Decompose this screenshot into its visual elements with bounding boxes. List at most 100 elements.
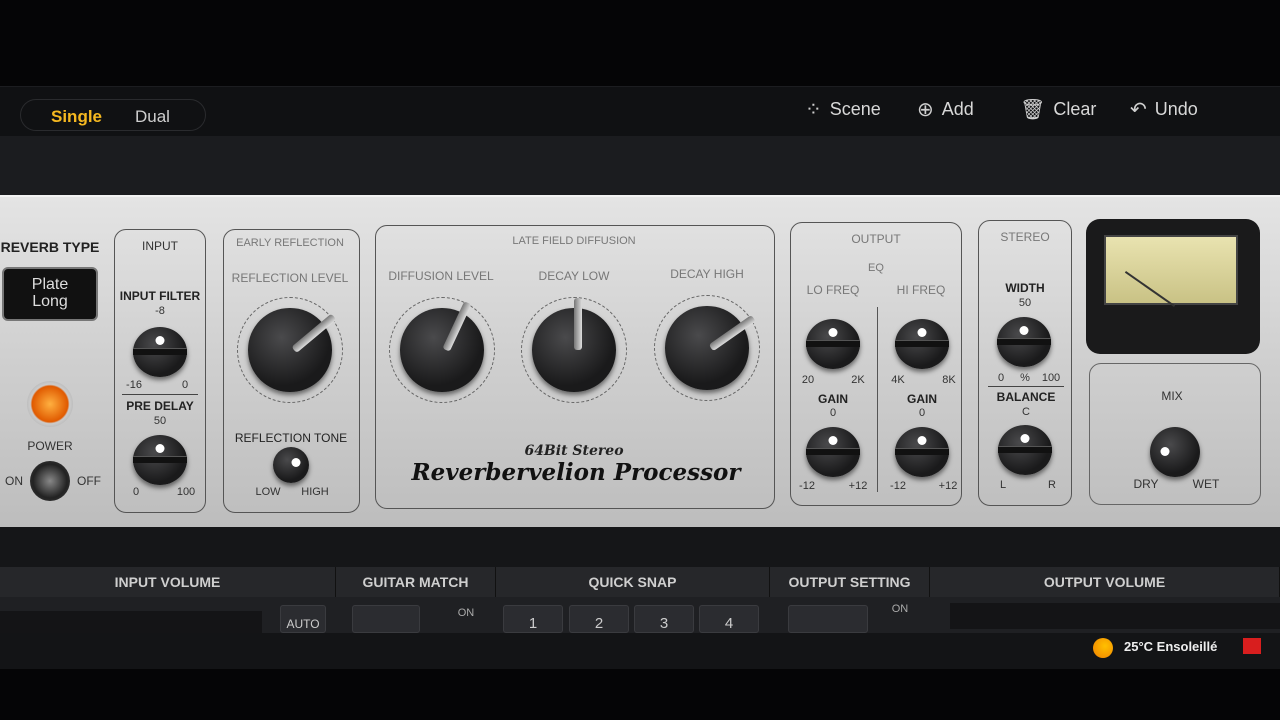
snap-4-button[interactable]: 4: [699, 605, 759, 633]
power-toggle[interactable]: [30, 461, 70, 501]
lo-gain-label: GAIN: [818, 392, 848, 406]
balance-max: R: [1048, 479, 1056, 491]
stereo-title: STEREO: [1000, 230, 1050, 244]
hi-gain-min: -12: [890, 480, 906, 492]
mix-min: DRY: [1133, 477, 1159, 491]
guitar-match-header: GUITAR MATCH: [336, 567, 496, 597]
divider: [122, 394, 198, 395]
lo-gain-min: -12: [799, 480, 815, 492]
trash-icon: 🗑: [1020, 99, 1046, 121]
reverb-panel: REVERB TYPE Plate Long POWER ON OFF INPUT…: [0, 195, 1280, 527]
bottom-bar: INPUT VOLUME GUITAR MATCH QUICK SNAP OUT…: [0, 567, 1280, 633]
plus-circle-icon: ⊕: [917, 99, 934, 121]
guitar-match-button[interactable]: [352, 605, 420, 633]
vu-needle: [1124, 271, 1176, 308]
hi-gain-label: GAIN: [907, 392, 937, 406]
decay-high-label: DECAY HIGH: [670, 267, 744, 281]
pre-delay-min: 0: [132, 486, 140, 498]
reflection-tone-max: HIGH: [301, 486, 329, 498]
undo-button[interactable]: ↶ Undo: [1130, 97, 1198, 122]
reverb-type-value: Long: [32, 293, 68, 310]
mix-max: WET: [1192, 477, 1220, 491]
output-volume-slider[interactable]: [950, 603, 1280, 629]
mode-dual[interactable]: Dual: [135, 107, 170, 127]
pre-delay-knob[interactable]: [133, 435, 187, 485]
reverb-type-value: Plate: [31, 276, 69, 293]
mix-knob[interactable]: [1150, 427, 1200, 477]
reflection-level-knob[interactable]: [237, 297, 343, 403]
mode-single[interactable]: Single: [51, 107, 102, 127]
add-button[interactable]: ⊕ Add: [917, 97, 974, 122]
brand-subtitle: 64Bit Stereo: [524, 443, 624, 459]
app-tray-icon[interactable]: [1243, 638, 1261, 654]
output-setting-button[interactable]: [788, 605, 868, 633]
input-title: INPUT: [142, 239, 178, 253]
divider: [877, 307, 878, 492]
width-knob[interactable]: [997, 317, 1051, 367]
mix-label: MIX: [1161, 389, 1183, 403]
output-title: OUTPUT: [851, 232, 901, 246]
hi-freq-label: HI FREQ: [896, 283, 946, 297]
decay-low-knob[interactable]: [521, 297, 627, 403]
balance-center: C: [1022, 406, 1030, 418]
lo-freq-label: LO FREQ: [806, 283, 860, 297]
scene-icon: ⁘: [805, 99, 822, 121]
input-volume-slider[interactable]: [0, 611, 262, 633]
output-setting-header: OUTPUT SETTING: [770, 567, 930, 597]
snap-3-button[interactable]: 3: [634, 605, 694, 633]
reverb-type-display[interactable]: Plate Long: [2, 267, 98, 321]
scene-button[interactable]: ⁘ Scene: [805, 97, 881, 122]
diffusion-level-knob[interactable]: [389, 297, 495, 403]
reflection-level-label: REFLECTION LEVEL: [231, 271, 349, 285]
width-label: WIDTH: [1005, 281, 1045, 295]
hi-freq-knob[interactable]: [895, 319, 949, 369]
weather-widget[interactable]: 25°C Ensoleillé: [1124, 639, 1217, 654]
input-filter-knob[interactable]: [133, 327, 187, 377]
decay-high-knob[interactable]: [654, 295, 760, 401]
taskbar: 25°C Ensoleillé: [0, 633, 1280, 669]
input-filter-min: -16: [126, 379, 142, 391]
width-center: 50: [1018, 297, 1032, 309]
input-volume-header: INPUT VOLUME: [0, 567, 336, 597]
width-unit: %: [1020, 372, 1030, 384]
auto-button[interactable]: AUTO: [280, 605, 326, 633]
late-field-title: LATE FIELD DIFFUSION: [512, 235, 636, 247]
balance-label: BALANCE: [996, 390, 1056, 404]
width-min: 0: [997, 372, 1005, 384]
power-off-label: OFF: [77, 474, 101, 488]
hi-gain-knob[interactable]: [895, 427, 949, 477]
lo-freq-min: 20: [801, 374, 815, 386]
power-on-label: ON: [5, 474, 23, 488]
input-filter-center: -8: [155, 305, 165, 317]
eq-label: EQ: [868, 262, 884, 274]
brand-title: Reverbervelion Processor: [411, 459, 741, 486]
pre-delay-center: 50: [153, 415, 167, 427]
quick-snap-header: QUICK SNAP: [496, 567, 770, 597]
vu-meter: [1086, 219, 1260, 354]
early-reflection-title: EARLY REFLECTION: [236, 237, 344, 249]
clear-button[interactable]: 🗑 Clear: [1020, 97, 1096, 122]
divider: [0, 527, 1280, 567]
reflection-tone-min: LOW: [255, 486, 281, 498]
pre-delay-label: PRE DELAY: [126, 399, 194, 413]
power-led: [27, 381, 73, 427]
width-max: 100: [1041, 372, 1061, 384]
input-filter-max: 0: [181, 379, 189, 391]
mode-switch: Single Dual: [20, 99, 206, 131]
lo-freq-knob[interactable]: [806, 319, 860, 369]
hi-freq-min: 4K: [891, 374, 905, 386]
reflection-tone-label: REFLECTION TONE: [234, 431, 348, 445]
hi-gain-max: +12: [938, 480, 958, 492]
pre-delay-max: 100: [176, 486, 196, 498]
snap-1-button[interactable]: 1: [503, 605, 563, 633]
undo-icon: ↶: [1130, 99, 1147, 121]
lo-freq-max: 2K: [851, 374, 865, 386]
reverb-type-label: REVERB TYPE: [0, 239, 100, 255]
sun-icon: [1093, 638, 1113, 658]
lo-gain-knob[interactable]: [806, 427, 860, 477]
balance-knob[interactable]: [998, 425, 1052, 475]
reflection-tone-knob[interactable]: [273, 447, 309, 483]
input-filter-label: INPUT FILTER: [119, 289, 201, 303]
hi-gain-center: 0: [918, 407, 926, 419]
snap-2-button[interactable]: 2: [569, 605, 629, 633]
